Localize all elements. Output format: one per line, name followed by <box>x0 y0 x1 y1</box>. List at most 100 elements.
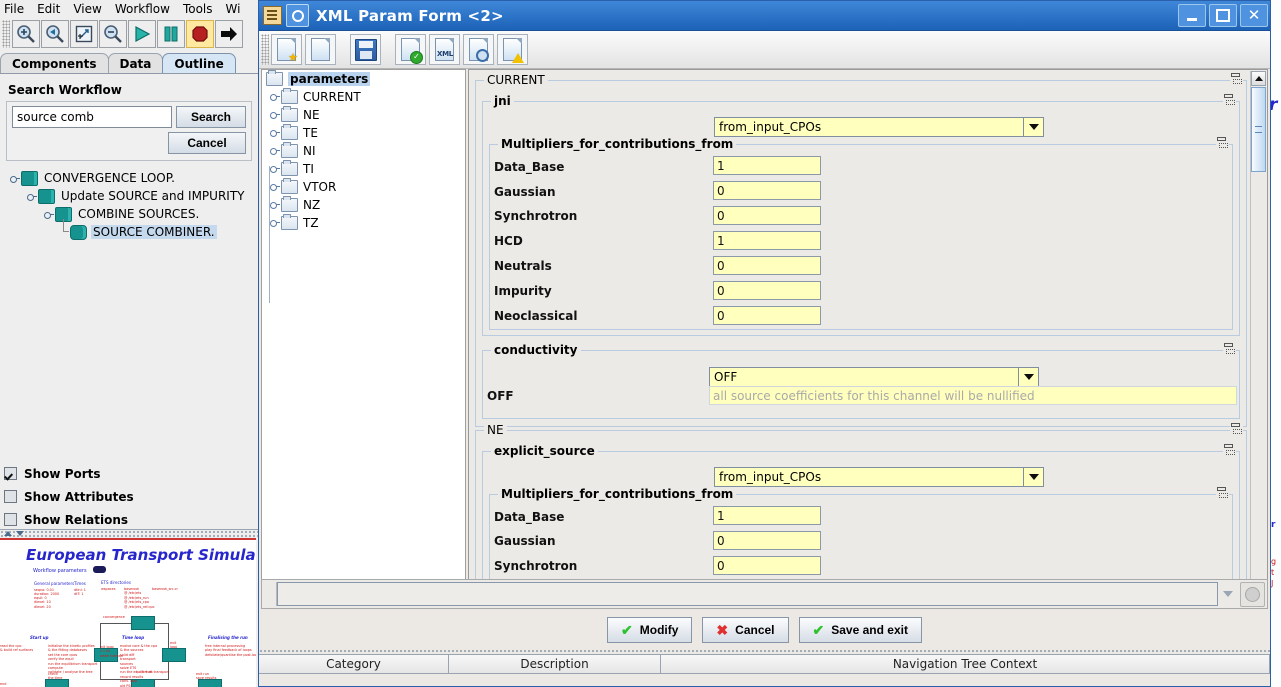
field-input-synchrotron[interactable]: 0 <box>713 206 821 225</box>
nav-tree-item-ne[interactable]: NE <box>262 106 465 124</box>
run-icon[interactable] <box>128 20 156 48</box>
ne-field-input-gaussian[interactable]: 0 <box>713 531 821 550</box>
collapse-icon[interactable] <box>1230 73 1243 86</box>
expand-handle-icon[interactable] <box>268 214 281 232</box>
option-show-ports[interactable]: Show Ports <box>0 462 256 485</box>
expand-handle-icon[interactable] <box>268 160 281 178</box>
search-button[interactable]: Search <box>176 106 246 128</box>
close-button[interactable]: ✕ <box>1240 4 1268 27</box>
nav-tree-item-ni[interactable]: NI <box>262 142 465 160</box>
field-input-data-base[interactable]: 1 <box>713 156 821 175</box>
collapse-icon[interactable] <box>1223 94 1236 107</box>
jni-source-combo[interactable]: from_input_CPOs <box>714 117 1044 137</box>
explicit-source-combo[interactable]: from_input_CPOs <box>714 467 1044 487</box>
expand-handle-icon[interactable] <box>268 196 281 214</box>
menu-file[interactable]: File <box>4 2 24 16</box>
tree-item-convergence-loop[interactable]: CONVERGENCE LOOP. <box>10 169 252 187</box>
expand-handle-icon[interactable] <box>268 142 281 160</box>
collapse-icon[interactable] <box>1216 137 1229 150</box>
scrollbar-thumb[interactable] <box>1251 87 1266 172</box>
zoom-out-icon[interactable] <box>99 20 127 48</box>
checkbox-icon[interactable] <box>4 490 17 503</box>
pause-icon[interactable] <box>157 20 185 48</box>
field-input-neoclassical[interactable]: 0 <box>713 306 821 325</box>
zoom-in-icon[interactable] <box>12 20 40 48</box>
expand-handle-icon[interactable] <box>268 88 281 106</box>
window-title-bar[interactable]: XML Param Form <2> ✕ <box>259 1 1270 31</box>
collapse-icon[interactable] <box>1230 423 1243 436</box>
tree-item-source-combiner[interactable]: SOURCE COMBINER. <box>10 219 252 241</box>
scroll-up-arrow-icon[interactable] <box>1251 71 1266 86</box>
collapse-icon[interactable] <box>1223 343 1236 356</box>
step-forward-icon[interactable] <box>215 20 243 48</box>
preview-document-icon[interactable] <box>463 34 494 65</box>
warnings-icon[interactable] <box>497 34 528 65</box>
chevron-down-icon[interactable] <box>1023 467 1044 487</box>
expand-handle-icon[interactable] <box>268 124 281 142</box>
tree-item-combine-sources[interactable]: COMBINE SOURCES. <box>10 205 252 223</box>
tab-outline[interactable]: Outline <box>162 53 236 73</box>
tree-item-update-source[interactable]: Update SOURCE and IMPURITY <box>10 187 252 205</box>
navigation-tree[interactable]: parameters CURRENT NE TE NI TI VTOR NZ T… <box>261 69 466 606</box>
open-document-icon[interactable] <box>305 34 336 65</box>
nav-tree-item-nz[interactable]: NZ <box>262 196 465 214</box>
option-show-attributes[interactable]: Show Attributes <box>0 485 256 508</box>
ne-field-input-data-base[interactable]: 1 <box>713 506 821 525</box>
value-editor-input[interactable] <box>277 582 1218 606</box>
form-vertical-scrollbar[interactable] <box>1250 71 1266 605</box>
nav-tree-item-current[interactable]: CURRENT <box>262 88 465 106</box>
chevron-down-icon[interactable] <box>1018 367 1039 387</box>
chevron-down-icon[interactable] <box>1023 117 1044 137</box>
maximize-button[interactable] <box>1209 4 1237 27</box>
stop-icon[interactable] <box>186 20 214 48</box>
minimize-button[interactable] <box>1178 4 1206 27</box>
field-input-neutrals[interactable]: 0 <box>713 256 821 275</box>
expand-handle-icon[interactable] <box>10 174 20 183</box>
zoom-back-icon[interactable] <box>41 20 69 48</box>
save-icon[interactable] <box>350 34 381 65</box>
expand-handle-icon[interactable] <box>44 210 54 219</box>
modify-button[interactable]: ✔ Modify <box>607 617 693 643</box>
field-input-impurity[interactable]: 0 <box>713 281 821 300</box>
nav-tree-item-vtor[interactable]: VTOR <box>262 178 465 196</box>
xml-view-icon[interactable]: XML <box>429 34 460 65</box>
menu-window[interactable]: Wi <box>226 2 241 16</box>
save-and-exit-button[interactable]: ✔ Save and exit <box>798 617 922 643</box>
cancel-button[interactable]: ✖ Cancel <box>702 617 789 643</box>
expand-handle-icon[interactable] <box>268 106 281 124</box>
nav-tree-item-ti[interactable]: TI <box>262 160 465 178</box>
new-document-icon[interactable]: ★ <box>271 34 302 65</box>
toolbar-drag-handle[interactable] <box>2 20 10 48</box>
field-input-gaussian[interactable]: 0 <box>713 181 821 200</box>
editor-action-button[interactable] <box>1240 581 1265 607</box>
tab-components[interactable]: Components <box>0 53 109 73</box>
search-cancel-button[interactable]: Cancel <box>168 132 246 154</box>
field-input-hcd[interactable]: 1 <box>713 231 821 250</box>
expand-handle-icon[interactable] <box>268 178 281 196</box>
collapse-icon[interactable] <box>1223 444 1236 457</box>
checkbox-icon[interactable] <box>4 513 17 526</box>
table-header-navigation-tree-context[interactable]: Navigation Tree Context <box>661 655 1270 674</box>
option-show-relations[interactable]: Show Relations <box>0 508 256 531</box>
menu-tools[interactable]: Tools <box>183 2 213 16</box>
splitter-up-arrow-icon[interactable] <box>4 531 12 536</box>
tab-data[interactable]: Data <box>107 53 164 73</box>
validate-document-icon[interactable]: ✓ <box>395 34 426 65</box>
menu-view[interactable]: View <box>73 2 101 16</box>
expand-handle-icon[interactable] <box>27 192 37 201</box>
table-header-description[interactable]: Description <box>449 655 661 674</box>
nav-tree-item-te[interactable]: TE <box>262 124 465 142</box>
zoom-fit-icon[interactable] <box>70 20 98 48</box>
collapse-icon[interactable] <box>1216 487 1229 500</box>
table-header-category[interactable]: Category <box>259 655 449 674</box>
conductivity-combo[interactable]: OFF <box>709 367 1039 387</box>
chevron-down-icon[interactable] <box>1218 582 1238 606</box>
toolbar-drag-handle[interactable] <box>261 34 269 65</box>
menu-workflow[interactable]: Workflow <box>115 2 170 16</box>
workflow-thumbnail[interactable]: European Transport Simulator Workflow pa… <box>0 538 256 687</box>
search-input[interactable] <box>12 106 172 128</box>
menu-edit[interactable]: Edit <box>37 2 60 16</box>
splitter-down-arrow-icon[interactable] <box>16 531 24 536</box>
nav-tree-root[interactable]: parameters <box>262 70 465 88</box>
checkbox-icon[interactable] <box>4 467 17 480</box>
